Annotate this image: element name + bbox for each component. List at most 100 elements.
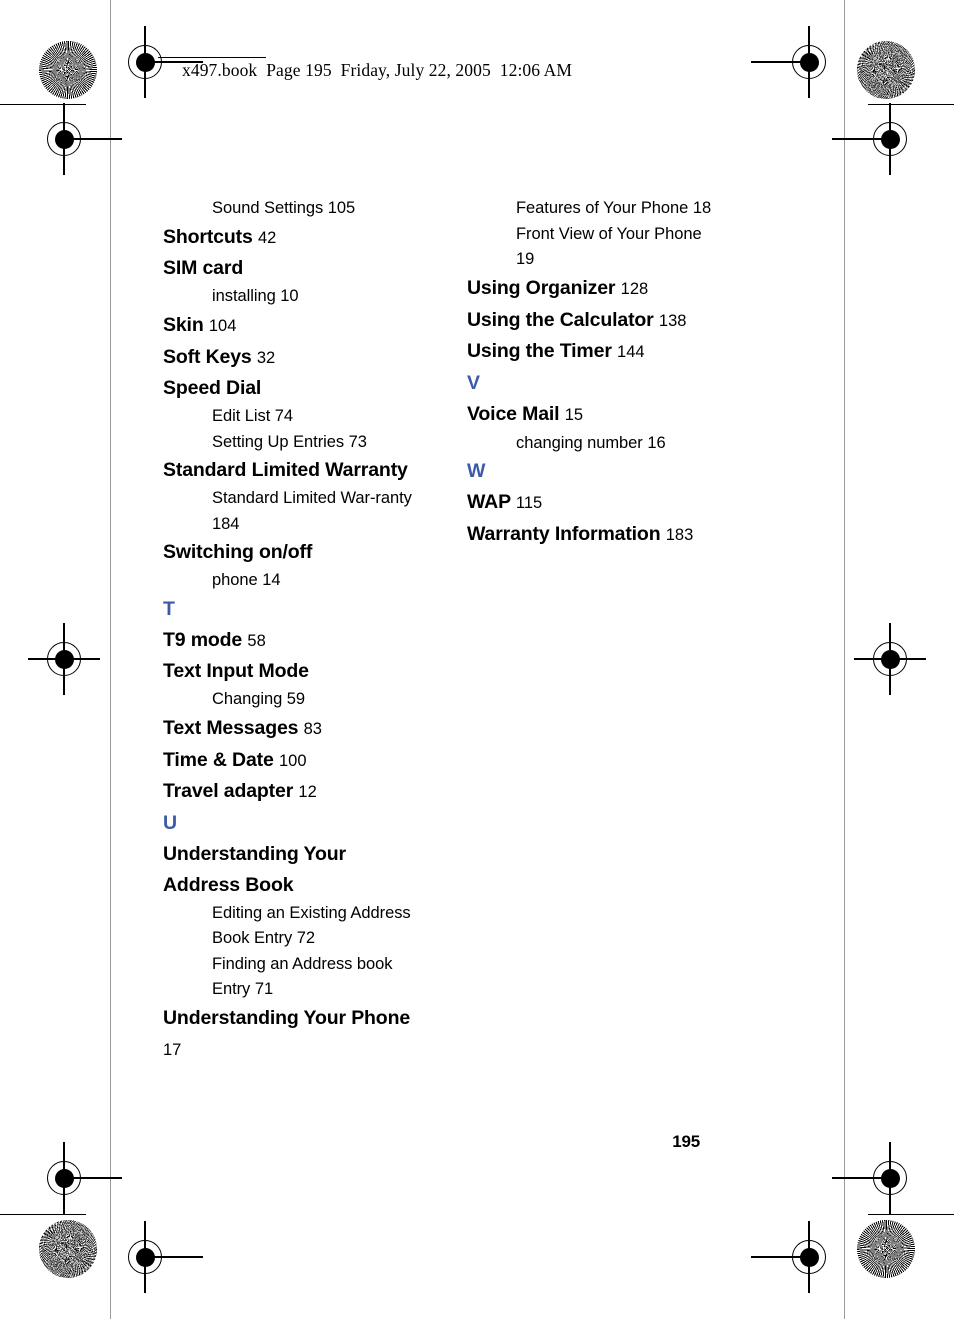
index-subentry: installing 10 bbox=[163, 284, 413, 310]
index-entry-page-number: 144 bbox=[617, 343, 645, 362]
index-entry-label: Travel adapter bbox=[163, 780, 294, 803]
index-entry-label: Finding an Address book Entry bbox=[212, 954, 393, 999]
index-entry: Using Organizer 128 bbox=[467, 273, 717, 305]
index-entry: Text Input Mode bbox=[163, 656, 413, 687]
index-entry-page-number: 184 bbox=[212, 514, 240, 533]
index-entry: Travel adapter 12 bbox=[163, 776, 413, 808]
index-entry-label: Understanding Your Address Book bbox=[163, 842, 346, 896]
index-subentry: Front View of Your Phone 19 bbox=[467, 222, 717, 273]
index-subentry: Features of Your Phone 18 bbox=[467, 196, 717, 222]
index-entry-label: U bbox=[163, 812, 178, 835]
index-entry-page-number: 73 bbox=[348, 432, 367, 451]
index-entry-label: Setting Up Entries bbox=[212, 432, 345, 451]
index-entry-label: Understanding Your Phone bbox=[163, 1006, 411, 1029]
index-entry-label: Standard Limited Warranty bbox=[163, 459, 408, 482]
index-entry: Voice Mail 15 bbox=[467, 399, 717, 431]
index-entry-page-number: 17 bbox=[163, 1040, 182, 1059]
index-entry-label: Skin bbox=[163, 313, 204, 336]
index-entry: Time & Date 100 bbox=[163, 745, 413, 777]
index-entry-label: Front View of Your Phone bbox=[516, 224, 702, 243]
index-subentry: Standard Limited War-ranty 184 bbox=[163, 486, 413, 537]
index-entry-label: Soft Keys bbox=[163, 345, 252, 368]
index-page: Sound Settings 105 Shortcuts 42 SIM card in… bbox=[0, 0, 954, 1319]
index-entry-label: Using the Timer bbox=[467, 340, 612, 363]
index-entry-label: Voice Mail bbox=[467, 402, 560, 425]
index-entry-page-number: 100 bbox=[278, 751, 307, 770]
index-section-letter: U bbox=[163, 808, 413, 839]
index-entry: Using the Calculator 138 bbox=[467, 305, 717, 337]
index-entry-page-number: 15 bbox=[564, 405, 584, 424]
index-entry-page-number: 74 bbox=[274, 407, 294, 426]
index-entry-label: SIM card bbox=[163, 257, 244, 280]
index-entry-page-number: 71 bbox=[254, 980, 274, 999]
index-entry-page-number: 10 bbox=[280, 287, 299, 306]
index-entry-label: installing bbox=[212, 287, 276, 306]
page-number-folio: 195 bbox=[672, 1132, 700, 1151]
index-entry-label: Standard Limited War-ranty bbox=[212, 489, 412, 508]
index-entry-page-number: 14 bbox=[262, 571, 281, 590]
index-section-letter: T bbox=[163, 594, 413, 625]
index-entry: Switching on/off bbox=[163, 537, 413, 568]
index-entry-page-number: 183 bbox=[665, 525, 694, 544]
index-entry: T9 mode 58 bbox=[163, 625, 413, 657]
index-entry-label: Edit List bbox=[212, 407, 271, 426]
index-entry-label: Warranty Information bbox=[467, 522, 661, 545]
index-entry-label: Speed Dial bbox=[163, 377, 262, 400]
index-entry-label: T9 mode bbox=[163, 628, 243, 651]
index-entry: Skin 104 bbox=[163, 310, 413, 342]
index-entry-label: Features of Your Phone bbox=[516, 199, 689, 217]
index-entry-label: Shortcuts bbox=[163, 225, 253, 248]
index-entry-label: Switching on/off bbox=[163, 541, 313, 564]
index-column-right: Features of Your Phone 18 Front View of Y… bbox=[467, 196, 717, 551]
index-entry-label: Text Input Mode bbox=[163, 660, 309, 683]
index-entry-label: Sound Settings bbox=[212, 199, 324, 217]
index-entry: Using the Timer 144 bbox=[467, 336, 717, 368]
index-entry-page-number: 12 bbox=[298, 783, 317, 802]
index-section-letter: V bbox=[467, 368, 717, 399]
index-entry-label: WAP bbox=[467, 491, 511, 514]
index-subentry: Edit List 74 bbox=[163, 404, 413, 430]
index-entry-page-number: 138 bbox=[658, 311, 687, 330]
index-column-left: Sound Settings 105 Shortcuts 42 SIM card in… bbox=[163, 196, 413, 1065]
index-entry-page-number: 115 bbox=[515, 494, 543, 513]
index-entry: Understanding Your Address Book bbox=[163, 839, 413, 901]
index-entry: Standard Limited Warranty bbox=[163, 455, 413, 486]
index-entry-page-number: 59 bbox=[286, 690, 306, 709]
index-entry-page-number: 18 bbox=[692, 199, 712, 217]
index-entry: Shortcuts 42 bbox=[163, 222, 413, 254]
index-entry-page-number: 72 bbox=[296, 929, 316, 948]
index-entry-label: T bbox=[163, 597, 175, 620]
index-entry-page-number: 16 bbox=[647, 433, 666, 452]
index-entry: WAP 115 bbox=[467, 487, 717, 519]
index-entry-label: Using the Calculator bbox=[467, 308, 654, 331]
index-entry: Soft Keys 32 bbox=[163, 342, 413, 374]
index-entry-label: V bbox=[467, 372, 481, 395]
index-entry-page-number: 104 bbox=[208, 316, 237, 335]
index-entry-page-number: 42 bbox=[257, 228, 277, 247]
index-entry-label: phone bbox=[212, 571, 258, 590]
index-entry: Understanding Your Phone 17 bbox=[163, 1003, 413, 1066]
index-subentry: Finding an Address book Entry 71 bbox=[163, 952, 413, 1003]
index-entry-label: Time & Date bbox=[163, 748, 274, 771]
index-entry-label: changing number bbox=[516, 433, 643, 452]
index-section-letter: W bbox=[467, 456, 717, 487]
index-subentry: phone 14 bbox=[163, 568, 413, 594]
index-entry: Warranty Information 183 bbox=[467, 519, 717, 551]
index-entry-page-number: 58 bbox=[247, 631, 266, 650]
index-entry-label: Changing bbox=[212, 690, 283, 709]
index-subentry: Sound Settings 105 bbox=[163, 196, 413, 222]
index-entry-label: W bbox=[467, 460, 486, 483]
index-entry: Text Messages 83 bbox=[163, 713, 413, 745]
index-subentry: Changing 59 bbox=[163, 687, 413, 713]
index-subentry: Editing an Existing Address Book Entry 7… bbox=[163, 901, 413, 952]
index-subentry: changing number 16 bbox=[467, 431, 717, 457]
index-entry: SIM card bbox=[163, 253, 413, 284]
index-entry-label: Text Messages bbox=[163, 716, 299, 739]
index-entry: Speed Dial bbox=[163, 373, 413, 404]
index-entry-page-number: 128 bbox=[620, 279, 649, 298]
index-subentry: Setting Up Entries 73 bbox=[163, 430, 413, 456]
index-entry-page-number: 83 bbox=[303, 719, 322, 738]
index-entry-label: Using Organizer bbox=[467, 276, 616, 299]
index-entry-page-number: 105 bbox=[327, 199, 356, 217]
index-entry-page-number: 32 bbox=[256, 348, 276, 367]
